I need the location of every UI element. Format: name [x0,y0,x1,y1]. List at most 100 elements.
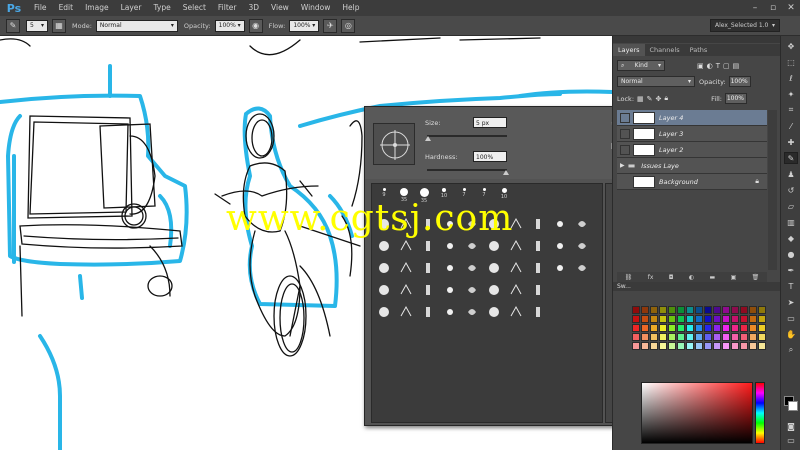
dodge-tool-icon[interactable]: ● [784,248,798,260]
expand-arrow-icon[interactable]: ▶ [620,162,625,169]
healing-tool-icon[interactable]: ✚ [784,136,798,148]
pressure-size-icon[interactable]: ◎ [341,18,356,33]
color-swatch[interactable] [740,306,748,314]
brush-texture-swatch[interactable] [468,287,476,293]
color-swatch[interactable] [659,306,667,314]
layer-row-background[interactable]: Background 🔒︎ [617,174,767,190]
brush-texture-swatch[interactable] [510,239,522,251]
size-input[interactable]: 5 px [473,117,507,128]
brush-texture-swatch[interactable] [468,309,476,315]
brush-texture-swatch[interactable] [447,287,453,293]
color-swatch[interactable] [731,333,739,341]
brush-texture-swatch[interactable] [489,241,499,251]
brush-texture-swatch[interactable] [468,265,476,271]
fx-icon[interactable]: fx [648,274,654,281]
color-swatch[interactable] [731,324,739,332]
color-swatch[interactable] [632,315,640,323]
color-swatch[interactable] [704,333,712,341]
color-swatch[interactable] [695,306,703,314]
color-swatch[interactable] [632,333,640,341]
brush-texture-swatch[interactable] [557,243,563,249]
menu-3d[interactable]: 3D [242,0,265,16]
color-field[interactable] [641,382,753,444]
color-swatch[interactable] [632,306,640,314]
color-swatch[interactable] [713,306,721,314]
color-swatch[interactable] [740,324,748,332]
hardness-slider[interactable] [427,169,507,171]
visibility-eye-icon[interactable] [620,112,630,123]
eyedropper-tool-icon[interactable]: ⁄ [784,120,798,132]
tab-paths[interactable]: Paths [685,44,713,56]
color-swatch[interactable] [686,324,694,332]
brush-texture-swatch[interactable] [400,239,412,251]
layer-name[interactable]: Layer 4 [659,114,683,122]
brush-texture-swatch[interactable] [536,219,540,229]
lock-transparent-icon[interactable]: ▦ [637,95,644,103]
color-swatch[interactable] [740,342,748,350]
filter-adjust-icon[interactable]: ◐ [707,62,713,70]
lasso-tool-icon[interactable]: ℓ [784,72,798,84]
menu-view[interactable]: View [265,0,295,16]
color-swatch[interactable] [632,342,640,350]
brush-texture-swatch[interactable] [536,263,540,273]
color-swatch[interactable] [722,315,730,323]
color-swatch[interactable] [731,315,739,323]
color-swatch[interactable] [650,324,658,332]
type-tool-icon[interactable]: T [784,280,798,292]
color-swatch[interactable] [695,324,703,332]
color-swatch[interactable] [650,306,658,314]
background-color-swatch[interactable] [788,401,798,411]
blur-tool-icon[interactable]: ◆ [784,232,798,244]
color-swatch[interactable] [749,306,757,314]
color-swatch[interactable] [686,306,694,314]
flow-input[interactable]: 100% ▾ [289,19,320,32]
move-tool-icon[interactable]: ✥ [784,40,798,52]
brush-texture-swatch[interactable] [426,263,430,273]
layer-row[interactable]: Layer 4 [617,110,767,126]
filter-smart-icon[interactable]: ▤ [733,62,740,70]
airbrush-icon[interactable]: ✈ [323,18,338,33]
brush-texture-swatch[interactable] [426,285,430,295]
layer-name[interactable]: Layer 3 [659,130,683,138]
layer-row[interactable]: Layer 3 [617,126,767,142]
size-slider[interactable] [427,135,507,137]
brush-texture-swatch[interactable] [447,243,453,249]
fill-input[interactable]: 100% [725,93,747,104]
brush-texture-swatch[interactable] [447,265,453,271]
brush-size-picker[interactable]: 5 ▾ [26,19,48,32]
color-swatch[interactable] [749,342,757,350]
brush-texture-swatch[interactable] [426,241,430,251]
visibility-eye-icon[interactable] [620,128,630,139]
color-swatch[interactable] [731,342,739,350]
color-swatch[interactable] [659,342,667,350]
new-group-icon[interactable]: ▬ [710,274,716,281]
color-swatch[interactable] [695,342,703,350]
color-swatch[interactable] [677,324,685,332]
brush-texture-swatch[interactable] [578,221,586,227]
crop-tool-icon[interactable]: ⌗ [784,104,798,116]
close-icon[interactable]: ✕ [782,0,800,16]
brush-texture-swatch[interactable] [536,307,540,317]
mode-select[interactable]: Normal ▾ [95,19,178,32]
color-swatch[interactable] [686,342,694,350]
menu-window[interactable]: Window [295,0,337,16]
color-swatch[interactable] [722,333,730,341]
visibility-eye-icon[interactable] [620,144,630,155]
size-slider-thumb[interactable] [425,136,431,141]
lock-pixels-icon[interactable]: ✎ [647,95,653,103]
color-swatch[interactable] [713,315,721,323]
color-swatch[interactable] [758,306,766,314]
color-swatch[interactable] [650,342,658,350]
link-icon[interactable]: ⛓ [625,274,633,281]
lock-all-icon[interactable]: 🔒︎ [664,94,668,103]
color-swatch[interactable] [668,306,676,314]
history-brush-tool-icon[interactable]: ↺ [784,184,798,196]
color-swatch[interactable] [641,333,649,341]
maximize-icon[interactable]: ▫ [764,0,782,16]
gradient-tool-icon[interactable]: ▥ [784,216,798,228]
color-swatch[interactable] [758,342,766,350]
brush-tool-icon[interactable]: ✎ [784,152,798,164]
trash-icon[interactable]: 🗑︎ [752,274,760,281]
opacity-input[interactable]: 100% ▾ [214,19,245,32]
color-swatch[interactable] [704,315,712,323]
